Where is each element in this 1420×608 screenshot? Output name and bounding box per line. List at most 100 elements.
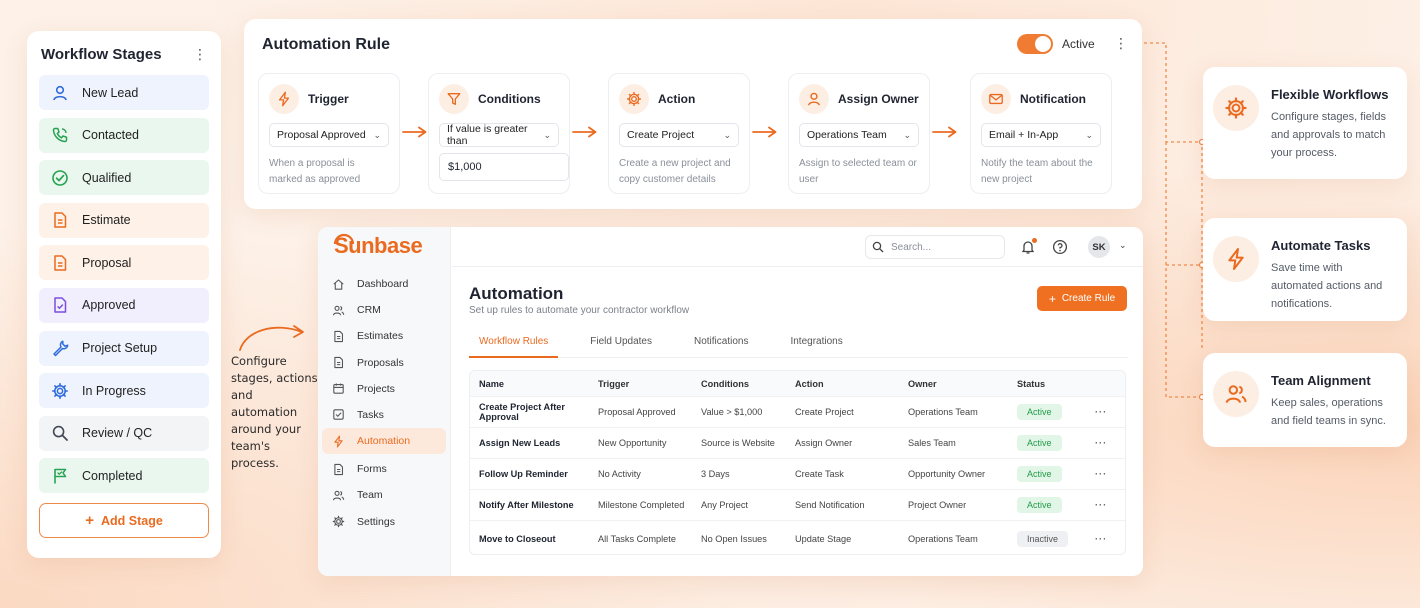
stage-item-approved[interactable]: Approved	[39, 287, 209, 323]
flow-arrow-icon	[932, 126, 957, 138]
cell-owner: Opportunity Owner	[908, 469, 986, 479]
rule-active-toggle[interactable]	[1017, 34, 1053, 54]
feature-description: Save time with automated actions and not…	[1271, 262, 1383, 310]
nav-item-dashboard[interactable]: Dashboard	[322, 271, 446, 297]
magnifier-icon	[50, 423, 70, 443]
document-check-icon	[50, 295, 70, 315]
column-header: Action	[795, 378, 824, 389]
stage-label: Estimate	[82, 213, 131, 228]
step-select[interactable]: Operations Team ⌄	[799, 123, 919, 147]
cell-name: Move to Closeout	[479, 533, 556, 544]
app-nav: Dashboard CRM Estimates Proposals Projects Ta…	[322, 271, 446, 535]
funnel-icon	[439, 84, 469, 114]
feature-title: Team Alignment	[1271, 373, 1371, 388]
cell-owner: Sales Team	[908, 438, 956, 448]
rule-status-label: Active	[1062, 37, 1095, 51]
column-header: Status	[1017, 378, 1046, 389]
step-select[interactable]: Proposal Approved ⌄	[269, 123, 389, 147]
create-rule-button[interactable]: + Create Rule	[1037, 286, 1127, 311]
rule-step-trigger: Trigger Proposal Approved ⌄ When a propos…	[258, 73, 400, 194]
feature-connector	[1144, 42, 1206, 401]
nav-item-tasks[interactable]: Tasks	[322, 402, 446, 428]
step-select[interactable]: Create Project ⌄	[619, 123, 739, 147]
rule-step-notification: Notification Email + In-App ⌄ Notify the …	[970, 73, 1112, 194]
tab-field-updates[interactable]: Field Updates	[580, 330, 662, 358]
step-select[interactable]: If value is greater than ⌄	[439, 123, 559, 147]
wrench-icon	[50, 338, 70, 358]
stage-label: Project Setup	[82, 341, 158, 356]
table-row[interactable]: Create Project After Approval Proposal Ap…	[470, 397, 1125, 428]
condition-value-input[interactable]: $1,000	[439, 153, 569, 181]
cell-name: Create Project After Approval	[479, 402, 565, 422]
rules-table: Name Trigger Conditions Action Owner Status Cr…	[469, 370, 1126, 555]
avatar[interactable]: SK	[1088, 236, 1110, 258]
checkbox-icon	[333, 409, 344, 421]
row-menu-icon[interactable]: ···	[1095, 534, 1125, 544]
row-menu-icon[interactable]: ···	[1095, 438, 1125, 448]
nav-item-estimates[interactable]: Estimates	[322, 323, 446, 349]
lightning-icon	[1213, 236, 1259, 282]
stage-item-in-progress[interactable]: In Progress	[39, 373, 209, 409]
stage-item-proposal[interactable]: Proposal	[39, 245, 209, 281]
step-select[interactable]: Email + In-App ⌄	[981, 123, 1101, 147]
stage-item-qualified[interactable]: Qualified	[39, 160, 209, 196]
gear-icon	[332, 515, 345, 528]
row-menu-icon[interactable]: ···	[1095, 469, 1125, 479]
stage-item-completed[interactable]: Completed	[39, 458, 209, 494]
chevron-down-icon: ⌄	[723, 129, 731, 140]
nav-item-forms[interactable]: Forms	[322, 456, 446, 482]
stage-label: Contacted	[82, 128, 139, 143]
stage-item-project-setup[interactable]: Project Setup	[39, 330, 209, 366]
search-input[interactable]: Search...	[865, 235, 1005, 259]
stage-item-review-qc[interactable]: Review / QC	[39, 415, 209, 451]
cell-owner: Operations Team	[908, 533, 978, 544]
table-row[interactable]: Follow Up Reminder No Activity 3 Days Creat…	[470, 459, 1125, 490]
rule-step-assign-owner: Assign Owner Operations Team ⌄ Assign to …	[788, 73, 930, 194]
condition-value: $1,000	[448, 161, 482, 173]
help-icon[interactable]	[1052, 239, 1068, 255]
tab-notifications[interactable]: Notifications	[684, 330, 758, 358]
nav-item-automation[interactable]: Automation	[322, 428, 446, 455]
feature-title: Automate Tasks	[1271, 238, 1371, 253]
row-menu-icon[interactable]: ···	[1095, 500, 1125, 510]
stage-item-new-lead[interactable]: New Lead	[39, 75, 209, 110]
rule-title: Automation Rule	[262, 36, 390, 53]
tab-workflow-rules[interactable]: Workflow Rules	[469, 330, 559, 358]
nav-item-team[interactable]: Team	[322, 482, 446, 508]
create-rule-label: Create Rule	[1061, 293, 1116, 304]
users-icon	[332, 490, 345, 501]
table-row[interactable]: Assign New Leads New Opportunity Source is…	[470, 428, 1125, 459]
cell-trigger: No Activity	[598, 469, 641, 479]
chevron-down-icon: ⌄	[903, 129, 911, 140]
workflow-stages-panel: Workflow Stages ⋮ New Lead Contacted Quali…	[27, 31, 221, 558]
nav-item-settings[interactable]: Settings	[322, 509, 446, 535]
stages-menu-icon[interactable]: ⋮	[193, 47, 207, 61]
add-stage-button[interactable]: + Add Stage	[39, 503, 209, 539]
table-row[interactable]: Notify After Milestone Milestone Complete…	[470, 490, 1125, 521]
nav-item-proposals[interactable]: Proposals	[322, 350, 446, 376]
automation-rule-panel: Automation Rule Active ⋮ Trigger Proposa…	[244, 19, 1142, 209]
nav-item-crm[interactable]: CRM	[322, 297, 446, 323]
column-header: Owner	[908, 378, 937, 389]
stage-item-contacted[interactable]: Contacted	[39, 117, 209, 153]
chevron-down-icon: ⌄	[373, 129, 381, 140]
nav-label: Automation	[357, 435, 411, 448]
gear-icon	[619, 84, 649, 114]
check-circle-icon	[50, 168, 70, 188]
status-badge: Inactive	[1017, 530, 1069, 547]
step-select-value: If value is greater than	[447, 123, 528, 147]
row-menu-icon[interactable]: ···	[1095, 407, 1125, 417]
nav-item-projects[interactable]: Projects	[322, 376, 446, 402]
feature-title: Flexible Workflows	[1271, 87, 1389, 102]
tab-integrations[interactable]: Integrations	[780, 330, 852, 358]
table-row[interactable]: Move to Closeout All Tasks Complete No Ope…	[470, 521, 1125, 554]
user-icon	[799, 84, 829, 114]
envelope-icon	[981, 84, 1011, 114]
cell-conditions: Value > $1,000	[701, 407, 763, 417]
flag-icon	[50, 466, 70, 486]
users-icon	[332, 305, 345, 316]
stage-item-estimate[interactable]: Estimate	[39, 202, 209, 238]
nav-label: Forms	[357, 463, 387, 476]
chevron-down-icon[interactable]: ⌄	[1119, 240, 1127, 251]
rule-menu-icon[interactable]: ⋮	[1114, 36, 1128, 50]
